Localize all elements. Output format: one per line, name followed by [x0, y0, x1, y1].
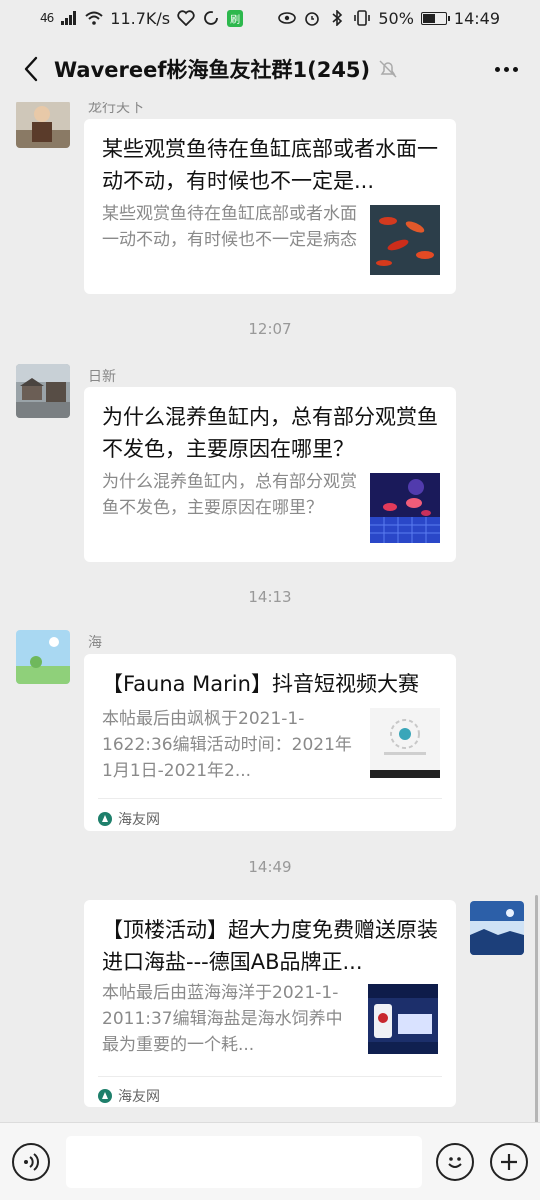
timestamp: 12:07 — [248, 320, 292, 338]
clock: 14:49 — [453, 8, 500, 28]
card-source: 海友网 — [98, 1076, 442, 1107]
link-card[interactable]: 【顶楼活动】超大力度免费赠送原装进口海盐---德国AB品牌正... 本帖最后由蓝… — [84, 900, 456, 1107]
card-title: 【Fauna Marin】抖音短视频大赛 — [102, 672, 419, 696]
my-avatar[interactable] — [470, 901, 524, 955]
mute-bell-icon — [378, 58, 400, 80]
app-badge: 刷 — [227, 9, 244, 27]
red-fish-thumbnail — [370, 205, 440, 275]
sync-icon — [202, 9, 220, 27]
card-title: 【顶楼活动】超大力度免费赠送原装进口海盐---德国AB品牌正... — [102, 918, 438, 974]
scrollbar[interactable] — [535, 895, 538, 1125]
emoji-icon — [448, 1156, 462, 1168]
message-input[interactable] — [66, 1135, 422, 1188]
source-name: 海友网 — [118, 812, 160, 828]
avatar[interactable] — [16, 364, 70, 418]
back-icon — [24, 56, 38, 82]
alarm-icon — [303, 9, 321, 27]
more-button[interactable] — [489, 54, 524, 84]
heart-rate-icon — [177, 9, 195, 27]
eye-icon — [278, 9, 297, 27]
signal-icon — [60, 9, 78, 27]
sender-name: 海 — [88, 635, 102, 651]
sender-name: 龙行天下 — [88, 102, 144, 116]
more-icon — [495, 66, 500, 72]
aquarium-thumbnail — [370, 473, 440, 543]
card-title: 为什么混养鱼缸内，总有部分观赏鱼不发色，主要原因在哪里？ — [102, 405, 438, 461]
battery-percent: 50% — [378, 8, 414, 28]
voice-icon — [24, 1152, 39, 1171]
bluetooth-icon — [328, 9, 346, 27]
link-card[interactable]: 某些观赏鱼待在鱼缸底部或者水面一动不动，有时候也不一定是... 某些观赏鱼待在鱼… — [84, 119, 456, 294]
chat-header: Wavereef彬海鱼友社群1(245) — [0, 36, 540, 102]
source-logo-icon — [98, 1089, 112, 1103]
card-description: 某些观赏鱼待在鱼缸底部或者水面一动不动，有时候也不一定是病态 — [102, 204, 357, 250]
status-bar: 46 11.7K/s 刷 50% 14:49 — [0, 0, 540, 36]
card-description: 为什么混养鱼缸内，总有部分观赏鱼不发色，主要原因在哪里？ — [102, 472, 357, 518]
input-bar — [0, 1122, 540, 1200]
card-title: 某些观赏鱼待在鱼缸底部或者水面一动不动，有时候也不一定是... — [102, 137, 438, 193]
voice-button[interactable] — [12, 1142, 50, 1181]
message-list[interactable]: 龙行天下 某些观赏鱼待在鱼缸底部或者水面一动不动，有时候也不一定是... 某些观… — [0, 102, 540, 1122]
network-speed: 11.7K/s — [110, 8, 171, 28]
sender-name: 日新 — [88, 369, 116, 385]
vibrate-icon — [353, 9, 371, 27]
timestamp: 14:49 — [248, 858, 292, 876]
network-type: 46 — [40, 11, 54, 25]
back-button[interactable] — [16, 49, 46, 89]
avatar[interactable] — [16, 630, 70, 684]
card-description: 本帖最后由飒枫于2021-1-1622:36编辑活动时间：2021年1月1日-2… — [102, 709, 352, 781]
sea-salt-thumbnail — [368, 984, 438, 1054]
fauna-marin-thumbnail — [370, 708, 440, 778]
source-name: 海友网 — [118, 1089, 160, 1105]
link-card[interactable]: 【Fauna Marin】抖音短视频大赛 本帖最后由飒枫于2021-1-1622… — [84, 654, 456, 831]
plus-icon — [501, 1153, 517, 1170]
battery-icon — [420, 11, 450, 25]
avatar[interactable] — [16, 102, 70, 148]
card-source: 海友网 — [98, 798, 442, 831]
source-logo-icon — [98, 812, 112, 826]
card-description: 本帖最后由蓝海海洋于2021-1-2011:37编辑海盐是海水饲养中最为重要的一… — [102, 983, 343, 1055]
emoji-button[interactable] — [436, 1142, 474, 1181]
link-card[interactable]: 为什么混养鱼缸内，总有部分观赏鱼不发色，主要原因在哪里？ 为什么混养鱼缸内，总有… — [84, 387, 456, 562]
chat-title: Wavereef彬海鱼友社群1(245) — [54, 58, 371, 82]
plus-button[interactable] — [490, 1142, 528, 1181]
wifi-icon — [85, 9, 103, 27]
timestamp: 14:13 — [248, 588, 292, 606]
